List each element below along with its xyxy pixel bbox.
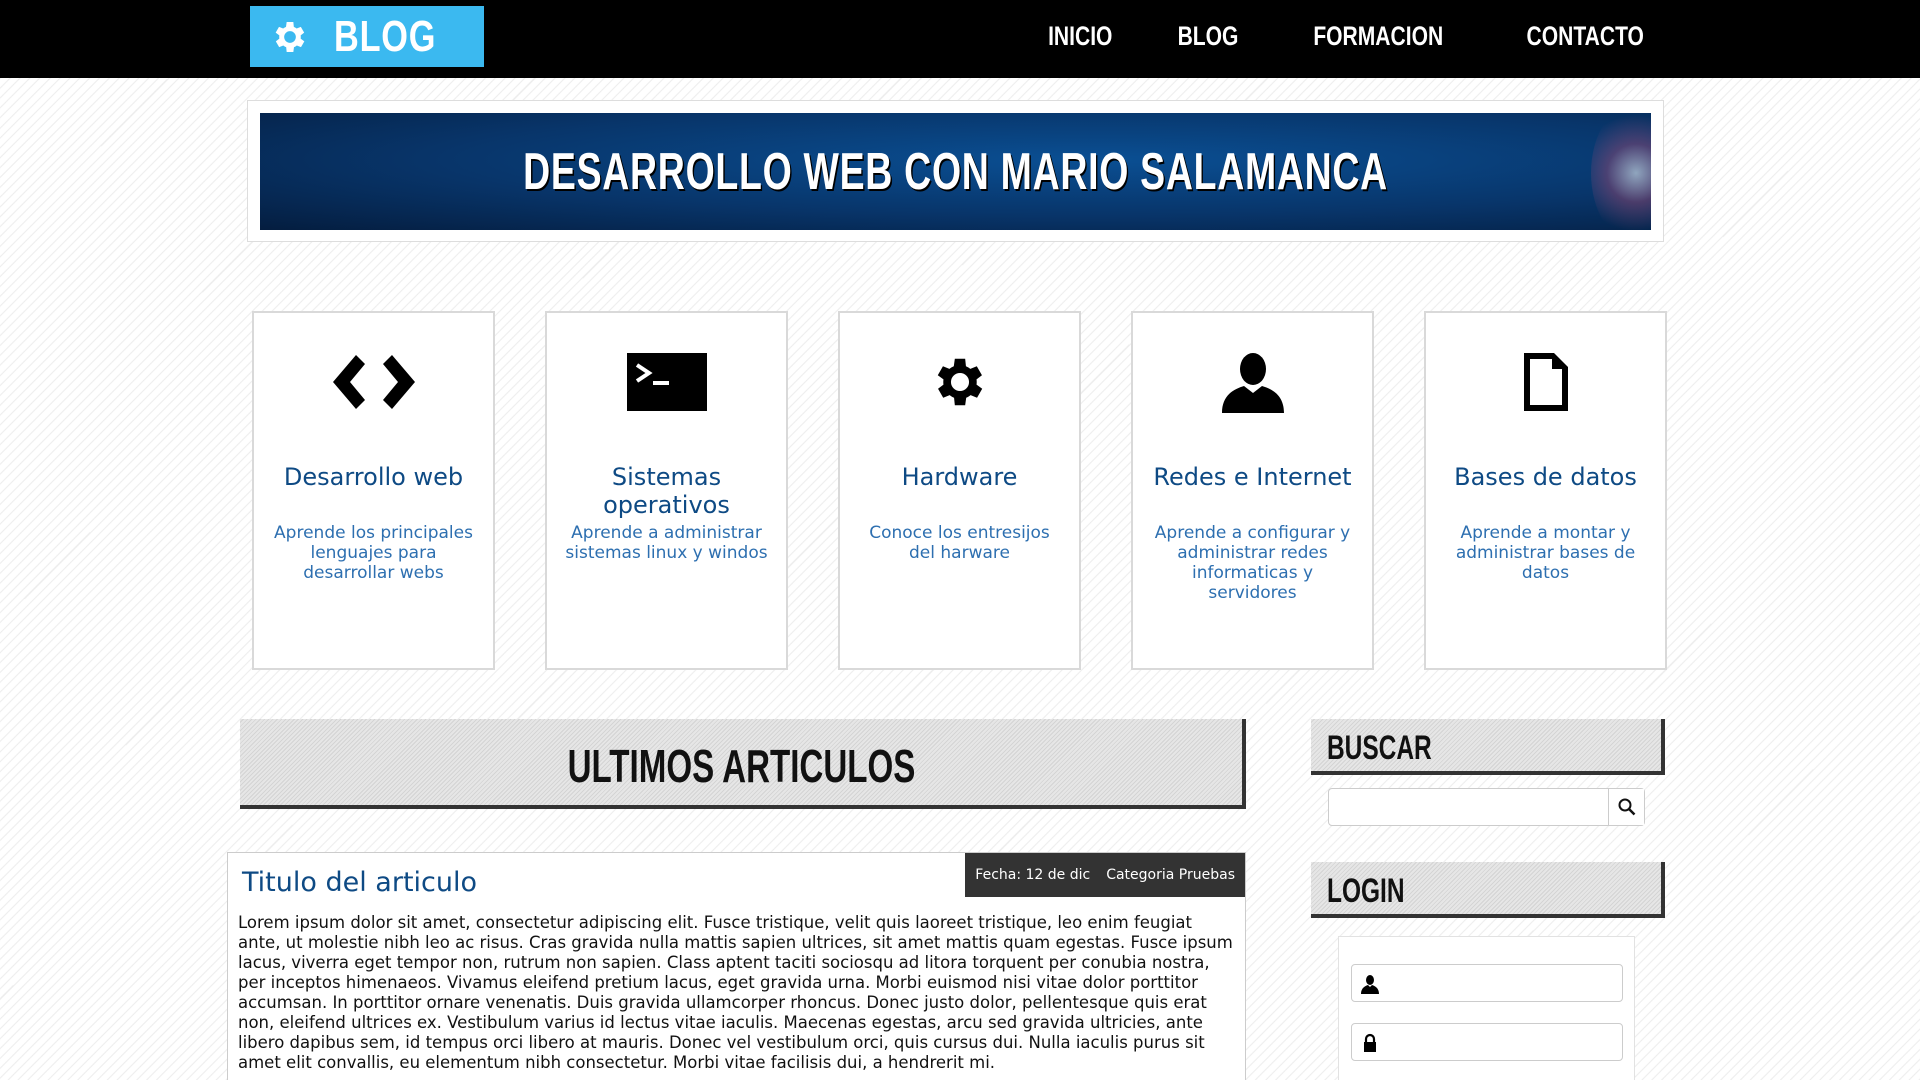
article-body: Lorem ipsum dolor sit amet, consectetur … [238,913,1233,1072]
login-form [1338,936,1635,1080]
password-field [1351,1023,1623,1061]
article-title[interactable]: Titulo del articulo [242,867,477,898]
card-description: Aprende a configurar y administrar redes… [1154,523,1351,603]
code-icon [332,355,415,409]
lock-icon [1364,1033,1376,1052]
search-input[interactable] [1329,789,1609,825]
card-description: Aprende a administrar sistemas linux y w… [565,523,768,563]
card-desarrollo-web[interactable]: Desarrollo web Aprende los principales l… [252,311,495,670]
card-hardware[interactable]: Hardware Conoce los entresijos del harwa… [838,311,1081,670]
search-icon [1618,798,1635,816]
logo-text: BLOG [334,11,437,61]
user-icon [1221,353,1284,413]
user-icon [1361,975,1379,994]
site-logo[interactable]: BLOG [250,6,484,67]
main-nav: INICIO BLOG FORMACION CONTACTO [991,0,1661,72]
card-title: Sistemas operativos [603,463,730,519]
file-icon [1523,353,1568,411]
login-title: LOGIN [1327,872,1405,910]
banner: DESARROLLO WEB CON MARIO SALAMANCA [260,113,1651,230]
password-input[interactable] [1386,1024,1616,1060]
card-description: Aprende a montar y administrar bases de … [1455,523,1636,583]
article-card: Titulo del articulo Fecha: 12 de dic Cat… [227,852,1246,1080]
search-button[interactable] [1608,789,1644,825]
card-title: Bases de datos [1454,463,1637,491]
nav-inicio[interactable]: INICIO [1039,21,1122,52]
latest-articles-header: ULTIMOS ARTICULOS [240,719,1246,809]
card-sistemas-operativos[interactable]: Sistemas operativos Aprende a administra… [545,311,788,670]
search-box [1328,788,1645,826]
banner-frame: DESARROLLO WEB CON MARIO SALAMANCA [247,100,1664,242]
nav-blog[interactable]: BLOG [1169,21,1247,52]
login-header: LOGIN [1311,862,1665,918]
card-redes-internet[interactable]: Redes e Internet Aprende a configurar y … [1131,311,1374,670]
banner-title: DESARROLLO WEB CON MARIO SALAMANCA [523,142,1388,201]
card-bases-datos[interactable]: Bases de datos Aprende a montar y admini… [1424,311,1667,670]
terminal-icon [626,353,707,411]
article-date: Fecha: 12 de dic [975,867,1091,883]
gear-icon [937,358,982,406]
nav-contacto[interactable]: CONTACTO [1510,21,1661,52]
gear-icon [275,21,305,52]
nav-formacion[interactable]: FORMACION [1295,21,1461,52]
card-title: Desarrollo web [283,463,464,491]
card-description: Aprende los principales lenguajes para d… [274,523,473,583]
username-input[interactable] [1386,965,1616,1001]
latest-articles-title: ULTIMOS ARTICULOS [567,740,915,792]
card-title: Hardware [901,463,1018,491]
username-field [1351,964,1623,1002]
search-header: BUSCAR [1311,719,1665,775]
card-description: Conoce los entresijos del harware [869,523,1050,563]
banner-glow [1591,113,1651,230]
article-meta: Fecha: 12 de dic Categoria Pruebas [965,853,1245,897]
top-navbar: BLOG INICIO BLOG FORMACION CONTACTO [0,0,1920,78]
search-title: BUSCAR [1327,729,1432,767]
article-category[interactable]: Categoria Pruebas [1106,867,1235,883]
card-title: Redes e Internet [1153,463,1352,491]
